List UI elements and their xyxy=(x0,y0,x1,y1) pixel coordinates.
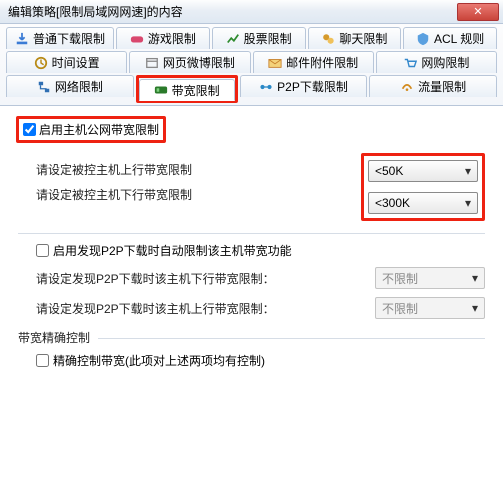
precise-label: 精确控制带宽(此项对上述两项均有控制) xyxy=(53,352,265,369)
enable-p2p-auto-row: 启用发现P2P下载时自动限制该主机带宽功能 xyxy=(36,242,485,259)
tab-row-1: 普通下载限制 游戏限制 股票限制 聊天限制 ACL 规则 xyxy=(6,27,497,49)
tab-row-3: 网络限制 带宽限制 P2P下载限制 流量限制 xyxy=(6,75,497,103)
tab-normal-download[interactable]: 普通下载限制 xyxy=(6,27,114,49)
tab-label: 普通下载限制 xyxy=(33,30,105,47)
tab-chat[interactable]: 聊天限制 xyxy=(308,27,402,49)
tab-game[interactable]: 游戏限制 xyxy=(116,27,210,49)
p2p-upload-value: 不限制 xyxy=(382,300,418,317)
mail-icon xyxy=(268,56,282,70)
enable-public-bw-label: 启用主机公网带宽限制 xyxy=(39,121,159,138)
close-icon: ✕ xyxy=(473,5,482,18)
precise-checkbox[interactable] xyxy=(36,354,49,367)
bw-download-select[interactable]: <300K xyxy=(368,192,478,214)
tab-mail-attach[interactable]: 邮件附件限制 xyxy=(253,51,374,73)
stock-icon xyxy=(226,32,240,46)
bw-download-row: 请设定被控主机下行带宽限制 xyxy=(36,186,361,203)
tab-label: 邮件附件限制 xyxy=(286,54,358,71)
bw-upload-label: 请设定被控主机上行带宽限制 xyxy=(36,161,192,178)
bw-upload-value: <50K xyxy=(375,164,403,178)
tab-row-2: 时间设置 网页微博限制 邮件附件限制 网购限制 xyxy=(6,51,497,73)
bw-icon xyxy=(154,83,168,97)
p2p-download-label: 请设定发现P2P下载时该主机下行带宽限制： xyxy=(36,270,275,287)
shop-icon xyxy=(403,56,417,70)
tab-label: 股票限制 xyxy=(244,30,292,47)
tab-traffic[interactable]: 流量限制 xyxy=(369,75,497,97)
tab-label: 带宽限制 xyxy=(172,82,220,99)
bw-upload-row: 请设定被控主机上行带宽限制 xyxy=(36,161,361,178)
flow-icon xyxy=(400,80,414,94)
tab-acl[interactable]: ACL 规则 xyxy=(403,27,497,49)
tab-network[interactable]: 网络限制 xyxy=(6,75,134,97)
p2p-download-select: 不限制 xyxy=(375,267,485,289)
time-icon xyxy=(34,56,48,70)
tab-label: 游戏限制 xyxy=(148,30,196,47)
policy-editor-window: 编辑策略[限制局域网网速]的内容 ✕ 普通下载限制 游戏限制 股票限制 聊天限制 xyxy=(0,0,503,385)
chat-icon xyxy=(321,32,335,46)
bw-upload-select[interactable]: <50K xyxy=(368,160,478,182)
titlebar: 编辑策略[限制局域网网速]的内容 ✕ xyxy=(0,0,503,24)
close-button[interactable]: ✕ xyxy=(457,3,499,21)
bw-selects-highlight: <50K <300K xyxy=(361,153,485,221)
tab-label: 聊天限制 xyxy=(339,30,387,47)
enable-public-bw-row: 启用主机公网带宽限制 xyxy=(16,116,485,143)
tab-label: 网页微博限制 xyxy=(163,54,235,71)
tab-label: 流量限制 xyxy=(418,78,466,95)
enable-p2p-auto-checkbox[interactable] xyxy=(36,244,49,257)
p2p-upload-label: 请设定发现P2P下载时该主机上行带宽限制： xyxy=(36,300,275,317)
download-icon xyxy=(15,32,29,46)
tab-panel-bandwidth: 启用主机公网带宽限制 请设定被控主机上行带宽限制 请设定被控主机下行带宽限制 <… xyxy=(0,106,503,385)
precise-group-label: 带宽精确控制 xyxy=(18,329,485,346)
window-title: 编辑策略[限制局域网网速]的内容 xyxy=(8,3,183,20)
divider xyxy=(18,233,485,234)
p2p-icon xyxy=(259,80,273,94)
tab-label: 网络限制 xyxy=(55,78,103,95)
p2p-download-row: 请设定发现P2P下载时该主机下行带宽限制： 不限制 xyxy=(36,267,485,289)
tab-label: 时间设置 xyxy=(52,54,100,71)
tab-label: 网购限制 xyxy=(421,54,469,71)
p2p-upload-select: 不限制 xyxy=(375,297,485,319)
tab-shopping[interactable]: 网购限制 xyxy=(376,51,497,73)
bw-download-value: <300K xyxy=(375,196,410,210)
p2p-download-value: 不限制 xyxy=(382,270,418,287)
tab-strip: 普通下载限制 游戏限制 股票限制 聊天限制 ACL 规则 时间设置 xyxy=(0,24,503,106)
bw-download-label: 请设定被控主机下行带宽限制 xyxy=(36,186,192,203)
tab-web-weibo[interactable]: 网页微博限制 xyxy=(129,51,250,73)
tab-bandwidth[interactable]: 带宽限制 xyxy=(139,79,235,101)
game-icon xyxy=(130,32,144,46)
precise-row: 精确控制带宽(此项对上述两项均有控制) xyxy=(36,352,485,369)
tab-label: ACL 规则 xyxy=(434,30,484,47)
tab-stock[interactable]: 股票限制 xyxy=(212,27,306,49)
tab-label: P2P下载限制 xyxy=(277,78,348,95)
acl-icon xyxy=(416,32,430,46)
tab-p2p-download[interactable]: P2P下载限制 xyxy=(240,75,368,97)
enable-p2p-auto-label: 启用发现P2P下载时自动限制该主机带宽功能 xyxy=(53,242,292,259)
web-icon xyxy=(145,56,159,70)
p2p-upload-row: 请设定发现P2P下载时该主机上行带宽限制： 不限制 xyxy=(36,297,485,319)
tab-time[interactable]: 时间设置 xyxy=(6,51,127,73)
net-icon xyxy=(37,80,51,94)
enable-public-bw-checkbox[interactable] xyxy=(23,123,36,136)
